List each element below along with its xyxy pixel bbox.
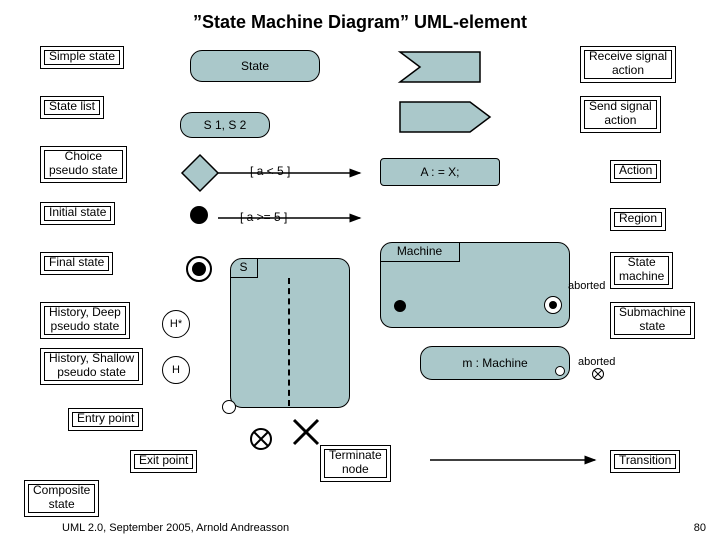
label-history-shallow: History, Shallow pseudo state — [40, 348, 143, 385]
label-initial-state: Initial state — [40, 202, 115, 225]
label-exit-point: Exit point — [130, 450, 197, 473]
uml-s1s2-text: S 1, S 2 — [204, 118, 247, 132]
uml-exit-point — [250, 428, 272, 450]
uml-state-text: State — [241, 59, 269, 73]
aborted-2: aborted — [578, 356, 615, 368]
guard-age5: [ a >= 5 ] — [240, 210, 287, 224]
uml-submachine: m : Machine — [420, 346, 570, 380]
label-receive-signal: Receive signal action — [580, 46, 676, 83]
uml-simple-state: State — [190, 50, 320, 82]
uml-final-state-dot — [192, 262, 206, 276]
label-choice: Choice pseudo state — [40, 146, 127, 183]
uml-history-shallow: H — [162, 356, 190, 384]
aborted-exit-ring — [592, 368, 604, 380]
uml-state-list: S 1, S 2 — [180, 112, 270, 138]
label-simple-state: Simple state — [40, 46, 124, 69]
uml-submachine-text: m : Machine — [462, 356, 527, 370]
region-inner-initial — [394, 300, 406, 312]
label-submachine-state: Submachine state — [610, 302, 695, 339]
label-action: Action — [610, 160, 661, 183]
label-region: Region — [610, 208, 666, 231]
uml-initial-state — [190, 206, 208, 224]
uml-composite-s — [230, 258, 350, 408]
uml-s-tab: S — [230, 258, 258, 278]
label-composite-state: Composite state — [24, 480, 99, 517]
label-state-list: State list — [40, 96, 104, 119]
uml-entry-point — [222, 400, 236, 414]
label-transition: Transition — [610, 450, 680, 473]
uml-action-box: A : = X; — [380, 158, 500, 186]
uml-region-divider — [288, 278, 290, 406]
label-entry-point: Entry point — [68, 408, 143, 431]
uml-action-text: A : = X; — [420, 165, 459, 179]
label-state-machine: State machine — [610, 252, 673, 289]
label-send-signal: Send signal action — [580, 96, 661, 133]
submachine-exit-stub — [555, 366, 565, 376]
page-number: 80 — [694, 522, 706, 534]
uml-machine-tab: Machine — [380, 242, 460, 262]
guard-alt5: [ a < 5 ] — [250, 164, 290, 178]
label-final-state: Final state — [40, 252, 113, 275]
uml-history-deep: H* — [162, 310, 190, 338]
aborted-1: aborted — [568, 280, 605, 292]
region-inner-final-dot — [549, 301, 557, 309]
page-title: ”State Machine Diagram” UML-element — [0, 12, 720, 33]
footer-text: UML 2.0, September 2005, Arnold Andreass… — [62, 522, 289, 534]
label-history-deep: History, Deep pseudo state — [40, 302, 130, 339]
label-terminate-node: Terminate node — [320, 445, 391, 482]
